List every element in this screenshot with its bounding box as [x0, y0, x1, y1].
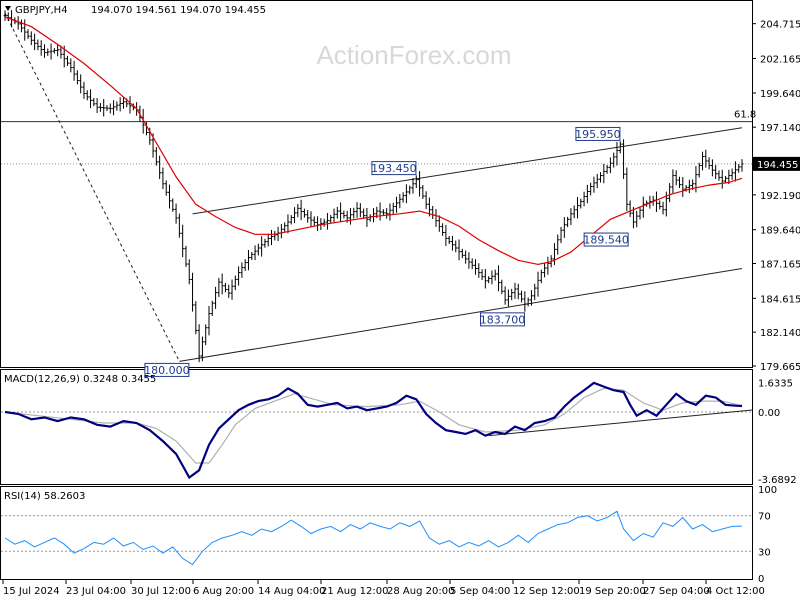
- rsi-tick-label: 0: [758, 574, 764, 585]
- macd-title: MACD(12,26,9) 0.3248 0.3455: [4, 374, 156, 385]
- chart-background: [0, 0, 800, 600]
- price-tick-label: 204.715: [760, 20, 800, 31]
- price-tick-label: 184.615: [760, 294, 800, 305]
- ohlc-readout: 194.070 194.561 194.070 194.455: [91, 5, 266, 16]
- price-tick-label: 197.140: [760, 123, 800, 134]
- watermark: ActionForex.com: [316, 40, 511, 70]
- date-tick-label: 4 Oct 12:00: [706, 586, 765, 597]
- level-label-text: 195.950: [575, 128, 621, 141]
- macd-tick-label: 1.6335: [758, 378, 793, 389]
- level-label-text: 183.700: [480, 313, 526, 326]
- date-tick-label: 28 Aug 20:00: [387, 586, 454, 597]
- symbol-label: GBPJPY,H4: [15, 5, 68, 16]
- price-tick-label: 187.165: [760, 260, 800, 271]
- date-tick-label: 30 Jul 12:00: [131, 586, 191, 597]
- rsi-tick-label: 70: [758, 512, 771, 523]
- price-tick-label: 192.190: [760, 191, 800, 202]
- level-label-text: 193.450: [371, 162, 417, 175]
- date-tick-label: 23 Jul 04:00: [66, 586, 126, 597]
- price-tick-label: 202.165: [760, 55, 800, 66]
- date-tick-label: 14 Aug 04:00: [258, 586, 325, 597]
- price-tick-label: 189.640: [760, 226, 800, 237]
- rsi-tick-label: 100: [758, 485, 777, 496]
- fib-61-8-label: 61.8: [734, 110, 756, 121]
- date-tick-label: 5 Sep 04:00: [450, 586, 510, 597]
- macd-tick-label: 0.00: [758, 408, 780, 419]
- price-tick-label: 199.640: [760, 89, 800, 100]
- rsi-title: RSI(14) 58.2603: [4, 491, 85, 502]
- date-tick-label: 27 Sep 04:00: [643, 586, 710, 597]
- date-tick-label: 15 Jul 2024: [3, 586, 60, 597]
- date-tick-label: 21 Aug 12:00: [321, 586, 388, 597]
- level-label-text: 189.540: [583, 234, 629, 247]
- chart-container: ActionForex.com 61.8 180.000 193.450 183.70…: [0, 0, 800, 600]
- price-tick-label: 182.140: [760, 328, 800, 339]
- rsi-tick-label: 30: [758, 547, 771, 558]
- date-tick-label: 12 Sep 12:00: [513, 586, 580, 597]
- date-tick-label: 19 Sep 20:00: [579, 586, 646, 597]
- price-tick-label: 179.665: [760, 362, 800, 373]
- current-price-tag-text: 194.455: [757, 160, 798, 171]
- chart-canvas: ActionForex.com 61.8180.000193.450183.70…: [0, 0, 800, 600]
- date-tick-label: 6 Aug 20:00: [193, 586, 254, 597]
